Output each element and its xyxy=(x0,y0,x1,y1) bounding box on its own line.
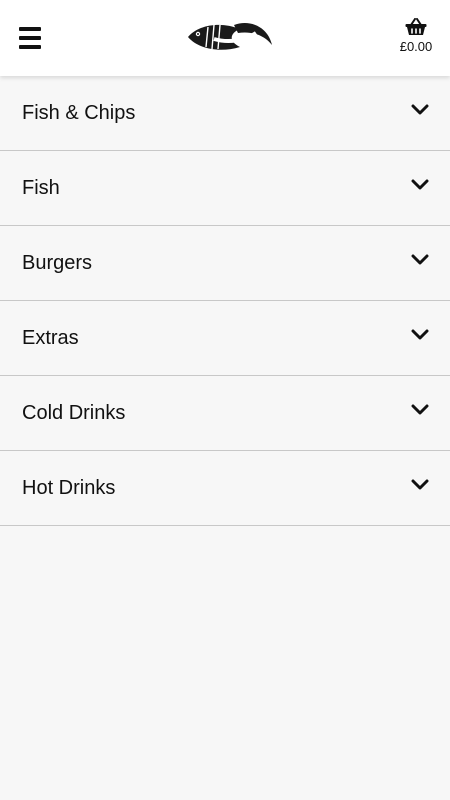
category-label: Fish xyxy=(22,176,60,199)
category-fish[interactable]: Fish xyxy=(0,151,450,226)
basket-total: £0.00 xyxy=(399,39,433,54)
chevron-down-icon[interactable] xyxy=(411,479,429,491)
chevron-down-icon[interactable] xyxy=(411,179,429,191)
category-menu: Fish & Chips Fish Burgers Extras Cold Dr… xyxy=(0,76,450,526)
chevron-down-icon[interactable] xyxy=(411,104,429,116)
chevron-down-icon[interactable] xyxy=(411,329,429,341)
category-burgers[interactable]: Burgers xyxy=(0,226,450,301)
hamburger-bar xyxy=(19,36,41,40)
hamburger-menu-icon[interactable] xyxy=(19,27,41,49)
category-label: Fish & Chips xyxy=(22,101,136,124)
basket-icon xyxy=(405,18,427,35)
basket-button[interactable]: £0.00 xyxy=(396,18,436,54)
category-hot-drinks[interactable]: Hot Drinks xyxy=(0,451,450,526)
hamburger-bar xyxy=(19,27,41,31)
hamburger-bar xyxy=(19,45,41,49)
category-extras[interactable]: Extras xyxy=(0,301,450,376)
category-label: Hot Drinks xyxy=(22,476,116,499)
category-fish-and-chips[interactable]: Fish & Chips xyxy=(0,76,450,151)
category-label: Extras xyxy=(22,326,79,349)
chevron-down-icon[interactable] xyxy=(411,404,429,416)
category-label: Cold Drinks xyxy=(22,401,126,424)
app-header: £0.00 xyxy=(0,0,450,76)
category-cold-drinks[interactable]: Cold Drinks xyxy=(0,376,450,451)
chevron-down-icon[interactable] xyxy=(411,254,429,266)
category-label: Burgers xyxy=(22,251,93,274)
fish-chips-logo[interactable] xyxy=(184,17,276,57)
